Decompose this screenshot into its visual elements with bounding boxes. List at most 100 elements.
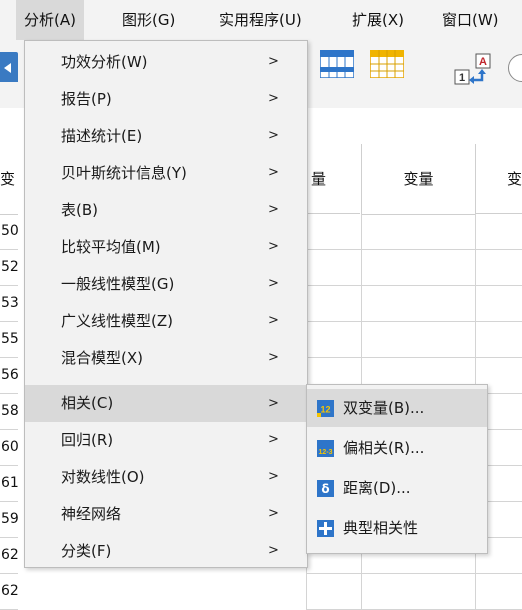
svg-text:12: 12 bbox=[320, 405, 330, 415]
menu-item-label: 混合模型(X) bbox=[61, 349, 143, 367]
submenu-arrow-icon: > bbox=[268, 91, 279, 106]
row-header[interactable]: 52 bbox=[0, 250, 19, 286]
menu-item-label: 广义线性模型(Z) bbox=[61, 312, 173, 330]
menu-item-reports[interactable]: 报告(P) > bbox=[25, 81, 307, 117]
menu-item-label: 回归(R) bbox=[61, 431, 114, 449]
menubar-utilities[interactable]: 实用程序(U) bbox=[219, 0, 302, 40]
submenu-item-label: 偏相关(R)... bbox=[343, 439, 425, 457]
submenu-arrow-icon: > bbox=[268, 313, 279, 328]
submenu-item-label: 距离(D)... bbox=[343, 479, 411, 497]
submenu-item-label: 典型相关性 bbox=[343, 519, 419, 537]
grid-cell[interactable] bbox=[361, 322, 476, 358]
row-header[interactable]: 58 bbox=[0, 394, 19, 430]
menu-bar: 分析(A) 图形(G) 实用程序(U) 扩展(X) 窗口(W) bbox=[0, 0, 522, 40]
svg-text:1: 1 bbox=[459, 72, 465, 84]
submenu-arrow-icon: > bbox=[268, 396, 279, 411]
grid-cell[interactable] bbox=[361, 574, 476, 610]
correlate-submenu: 12 双变量(B)... 12-3 偏相关(R)... δ 距离(D)... 典… bbox=[306, 384, 488, 554]
submenu-arrow-icon: > bbox=[268, 506, 279, 521]
grid-cell[interactable] bbox=[306, 286, 362, 322]
svg-text:12-3: 12-3 bbox=[318, 449, 332, 456]
submenu-arrow-icon: > bbox=[268, 350, 279, 365]
menubar-window[interactable]: 窗口(W) bbox=[442, 0, 499, 40]
row-header[interactable]: 55 bbox=[0, 322, 19, 358]
menu-item-bayesian-statistics[interactable]: 贝叶斯统计信息(Y) > bbox=[25, 155, 307, 191]
submenu-arrow-icon: > bbox=[268, 469, 279, 484]
circle-button-icon[interactable] bbox=[508, 54, 522, 82]
menu-item-label: 比较平均值(M) bbox=[61, 238, 161, 256]
submenu-arrow-icon: > bbox=[268, 202, 279, 217]
analyze-menu: 功效分析(W) > 报告(P) > 描述统计(E) > 贝叶斯统计信息(Y) > 表(B… bbox=[24, 40, 308, 568]
menu-item-label: 贝叶斯统计信息(Y) bbox=[61, 164, 187, 182]
grid-cell[interactable] bbox=[475, 574, 522, 610]
menu-item-label: 相关(C) bbox=[61, 394, 114, 412]
menu-item-label: 神经网络 bbox=[61, 505, 122, 523]
menu-item-correlate[interactable]: 相关(C) > bbox=[25, 385, 307, 422]
canonical-correlation-icon bbox=[317, 520, 334, 537]
menu-item-label: 功效分析(W) bbox=[61, 53, 148, 71]
menubar-extensions[interactable]: 扩展(X) bbox=[352, 0, 404, 40]
menu-item-label: 报告(P) bbox=[61, 90, 112, 108]
distance-icon: δ bbox=[317, 480, 334, 497]
row-header[interactable]: 53 bbox=[0, 286, 19, 322]
menu-item-mixed-models[interactable]: 混合模型(X) > bbox=[25, 340, 307, 376]
menu-item-power-analysis[interactable]: 功效分析(W) > bbox=[25, 44, 307, 80]
row-header[interactable]: 59 bbox=[0, 502, 19, 538]
submenu-arrow-icon: > bbox=[268, 432, 279, 447]
row-header[interactable]: 56 bbox=[0, 358, 19, 394]
row-header[interactable]: 50 bbox=[0, 214, 19, 250]
grid-cell[interactable] bbox=[306, 250, 362, 286]
column-header[interactable]: 变 bbox=[475, 144, 522, 214]
row-header[interactable]: 61 bbox=[0, 466, 19, 502]
row-header[interactable]: 60 bbox=[0, 430, 19, 466]
grid-cell[interactable] bbox=[306, 322, 362, 358]
menu-item-label: 表(B) bbox=[61, 201, 98, 219]
menu-item-loglinear[interactable]: 对数线性(O) > bbox=[25, 459, 307, 495]
menu-item-label: 描述统计(E) bbox=[61, 127, 143, 145]
submenu-item-label: 双变量(B)... bbox=[343, 399, 425, 417]
grid-cell[interactable] bbox=[361, 214, 476, 250]
menu-item-label: 一般线性模型(G) bbox=[61, 275, 175, 293]
grid-cell[interactable] bbox=[475, 322, 522, 358]
submenu-arrow-icon: > bbox=[268, 165, 279, 180]
menu-item-neural-networks[interactable]: 神经网络 > bbox=[25, 496, 307, 532]
row-header[interactable]: 62 bbox=[0, 538, 19, 574]
menu-item-tables[interactable]: 表(B) > bbox=[25, 192, 307, 228]
menu-item-regression[interactable]: 回归(R) > bbox=[25, 422, 307, 458]
value-labels-icon[interactable]: A 1 bbox=[452, 53, 496, 85]
grid-cell[interactable] bbox=[475, 250, 522, 286]
svg-text:δ: δ bbox=[321, 482, 329, 496]
submenu-item-distances[interactable]: δ 距离(D)... bbox=[307, 469, 487, 507]
grid-cell[interactable] bbox=[475, 286, 522, 322]
submenu-arrow-icon: > bbox=[268, 276, 279, 291]
grid-cell[interactable] bbox=[361, 286, 476, 322]
column-header[interactable]: 变 bbox=[0, 144, 18, 215]
svg-text:A: A bbox=[479, 56, 487, 68]
row-header-column: 50 52 53 55 56 58 60 61 59 62 62 bbox=[0, 214, 19, 610]
column-header[interactable]: 变量 bbox=[361, 144, 475, 215]
bivariate-icon: 12 bbox=[317, 400, 334, 417]
grid-cell[interactable] bbox=[475, 214, 522, 250]
row-header[interactable]: 62 bbox=[0, 574, 19, 610]
data-grid-icon[interactable] bbox=[320, 50, 354, 78]
menu-item-descriptive-statistics[interactable]: 描述统计(E) > bbox=[25, 118, 307, 154]
menu-item-label: 对数线性(O) bbox=[61, 468, 145, 486]
go-back-icon[interactable] bbox=[0, 52, 18, 82]
menubar-analyze[interactable]: 分析(A) bbox=[16, 0, 84, 40]
grid-cell[interactable] bbox=[361, 250, 476, 286]
partial-correlation-icon: 12-3 bbox=[317, 440, 334, 457]
grid-cell[interactable] bbox=[306, 574, 362, 610]
submenu-item-partial[interactable]: 12-3 偏相关(R)... bbox=[307, 429, 487, 467]
variable-grid-icon[interactable] bbox=[370, 50, 404, 78]
submenu-arrow-icon: > bbox=[268, 54, 279, 69]
column-header[interactable]: 量 bbox=[306, 144, 360, 214]
submenu-arrow-icon: > bbox=[268, 128, 279, 143]
submenu-item-bivariate[interactable]: 12 双变量(B)... bbox=[307, 389, 487, 427]
menu-item-generalized-linear-models[interactable]: 广义线性模型(Z) > bbox=[25, 303, 307, 339]
submenu-item-canonical[interactable]: 典型相关性 bbox=[307, 509, 487, 547]
grid-cell[interactable] bbox=[306, 214, 362, 250]
menu-item-compare-means[interactable]: 比较平均值(M) > bbox=[25, 229, 307, 265]
menubar-graphs[interactable]: 图形(G) bbox=[122, 0, 175, 40]
menu-item-general-linear-model[interactable]: 一般线性模型(G) > bbox=[25, 266, 307, 302]
submenu-arrow-icon: > bbox=[268, 239, 279, 254]
